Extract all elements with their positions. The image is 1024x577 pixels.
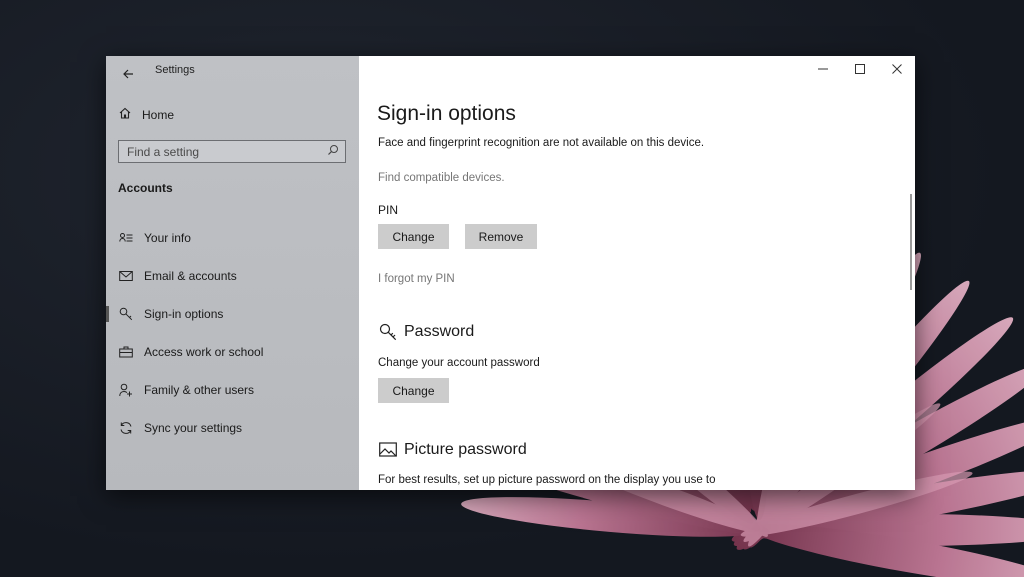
pin-change-button[interactable]: Change — [378, 224, 449, 249]
scrollbar[interactable] — [910, 194, 912, 290]
sidebar-item-family-other-users[interactable]: Family & other users — [106, 371, 359, 409]
password-change-button[interactable]: Change — [378, 378, 449, 403]
settings-window: Settings Home Accounts Your info — [106, 56, 915, 490]
search-box[interactable] — [118, 140, 346, 163]
sync-icon — [118, 420, 134, 436]
forgot-pin-link[interactable]: I forgot my PIN — [378, 273, 455, 285]
person-add-icon — [118, 382, 134, 398]
close-button[interactable] — [878, 56, 915, 84]
find-devices-link[interactable]: Find compatible devices. — [378, 172, 505, 184]
sidebar-item-access-work-school[interactable]: Access work or school — [106, 333, 359, 371]
picture-password-description: For best results, set up picture passwor… — [378, 474, 716, 486]
sidebar-item-sign-in-options[interactable]: Sign-in options — [106, 295, 359, 333]
close-icon — [891, 61, 902, 79]
maximize-icon — [854, 61, 865, 79]
nav-list: Your info Email & accounts Sign-in optio… — [106, 219, 359, 447]
picture-password-heading-label: Picture password — [404, 441, 527, 458]
sidebar: Settings Home Accounts Your info — [106, 56, 359, 490]
page-title: Sign-in options — [377, 102, 516, 125]
face-notice: Face and fingerprint recognition are not… — [378, 137, 705, 149]
section-label-accounts: Accounts — [118, 181, 173, 195]
titlebar-left — [118, 62, 138, 86]
nav-home[interactable]: Home — [118, 106, 174, 124]
sidebar-item-sync-settings[interactable]: Sync your settings — [106, 409, 359, 447]
picture-password-heading: Picture password — [378, 440, 527, 460]
picture-icon — [378, 440, 398, 460]
briefcase-icon — [118, 344, 134, 360]
minimize-button[interactable] — [804, 56, 841, 84]
sidebar-item-your-info[interactable]: Your info — [106, 219, 359, 257]
app-title: Settings — [155, 64, 195, 76]
pin-remove-button[interactable]: Remove — [465, 224, 537, 249]
pin-label: PIN — [378, 203, 399, 217]
search-input[interactable] — [127, 144, 327, 159]
key-icon — [118, 306, 134, 322]
sidebar-item-label: Sign-in options — [144, 307, 224, 321]
mail-icon — [118, 268, 134, 284]
key-icon — [378, 322, 398, 342]
sidebar-item-label: Sync your settings — [144, 421, 243, 435]
main-content: Sign-in options Face and fingerprint rec… — [359, 56, 915, 490]
back-arrow-icon[interactable] — [118, 64, 138, 84]
password-heading: Password — [378, 322, 474, 342]
password-description: Change your account password — [378, 357, 540, 369]
home-label: Home — [142, 108, 175, 122]
password-heading-label: Password — [404, 323, 475, 340]
sidebar-item-email-accounts[interactable]: Email & accounts — [106, 257, 359, 295]
minimize-icon — [817, 61, 828, 79]
search-icon[interactable] — [327, 143, 339, 161]
maximize-button[interactable] — [841, 56, 878, 84]
window-controls — [804, 56, 915, 84]
sidebar-item-label: Family & other users — [144, 383, 255, 397]
sidebar-item-label: Access work or school — [144, 345, 264, 359]
sidebar-item-label: Your info — [144, 231, 191, 245]
home-icon — [118, 106, 132, 125]
person-list-icon — [118, 230, 134, 246]
sidebar-item-label: Email & accounts — [144, 269, 237, 283]
